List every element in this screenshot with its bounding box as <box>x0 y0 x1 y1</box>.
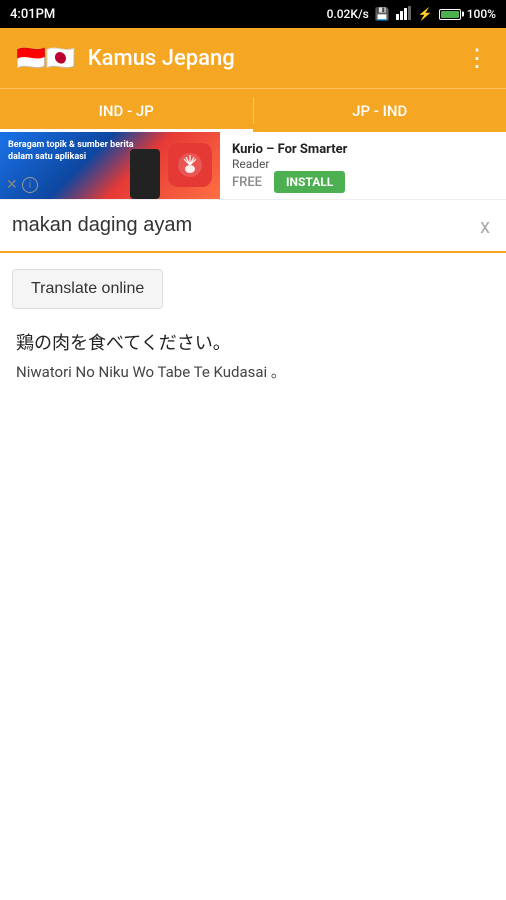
ad-phone-shape <box>130 149 160 199</box>
app-bar-left: 🇮🇩🇯🇵 Kamus Jepang <box>16 46 235 71</box>
status-icons: 0.02K/s 💾 ⚡ 100% <box>327 6 496 23</box>
bolt-icon: ⚡ <box>418 7 433 21</box>
ad-brand: Kurio – For Smarter <box>232 142 494 157</box>
ad-info-button[interactable]: i <box>22 177 38 193</box>
ad-close-button[interactable]: ✕ <box>6 177 18 193</box>
tab-ind-jp-label: IND - JP <box>99 102 154 120</box>
network-speed: 0.02K/s <box>327 7 369 21</box>
translate-section: Translate online <box>0 253 506 317</box>
search-input[interactable] <box>12 200 476 251</box>
tab-ind-jp[interactable]: IND - JP <box>0 89 253 132</box>
battery-icon <box>439 9 461 20</box>
translate-online-button[interactable]: Translate online <box>12 269 163 309</box>
ad-overlay-text: Beragam topik & sumber berita dalam satu… <box>8 140 134 163</box>
ad-right: Kurio – For Smarter Reader FREE INSTALL <box>220 132 506 199</box>
app-bar: 🇮🇩🇯🇵 Kamus Jepang ⋮ <box>0 28 506 88</box>
ad-free-label: FREE <box>232 175 262 190</box>
app-title: Kamus Jepang <box>88 46 235 71</box>
result-area: 鶏の肉を食べてください。 Niwatori No Niku Wo Tabe Te… <box>0 317 506 394</box>
tab-jp-ind-label: JP - IND <box>352 102 407 120</box>
ad-text: Beragam topik & sumber berita dalam satu… <box>8 140 134 162</box>
status-bar: 4:01PM 0.02K/s 💾 ⚡ 100% <box>0 0 506 28</box>
more-menu-button[interactable]: ⋮ <box>465 44 490 72</box>
time-display: 4:01PM <box>10 7 55 22</box>
storage-icon: 💾 <box>375 7 390 21</box>
tab-bar: IND - JP JP - IND <box>0 88 506 132</box>
tab-jp-ind[interactable]: JP - IND <box>254 89 506 132</box>
ad-icon-circle <box>168 143 212 187</box>
ad-brand-line2: Reader <box>232 157 494 171</box>
flag-icons: 🇮🇩🇯🇵 <box>16 46 76 70</box>
search-area: x <box>0 200 506 253</box>
ad-install-button[interactable]: INSTALL <box>274 171 345 193</box>
ad-image: Beragam topik & sumber berita dalam satu… <box>0 132 220 199</box>
result-romanji: Niwatori No Niku Wo Tabe Te Kudasai 。 <box>16 361 490 382</box>
search-clear-button[interactable]: x <box>476 210 494 242</box>
result-japanese: 鶏の肉を食べてください。 <box>16 329 490 355</box>
battery-percent: 100% <box>467 7 496 21</box>
ad-banner: Beragam topik & sumber berita dalam satu… <box>0 132 506 200</box>
ad-actions: FREE INSTALL <box>232 171 494 193</box>
signal-icon <box>396 6 412 23</box>
status-time: 4:01PM <box>10 7 55 22</box>
